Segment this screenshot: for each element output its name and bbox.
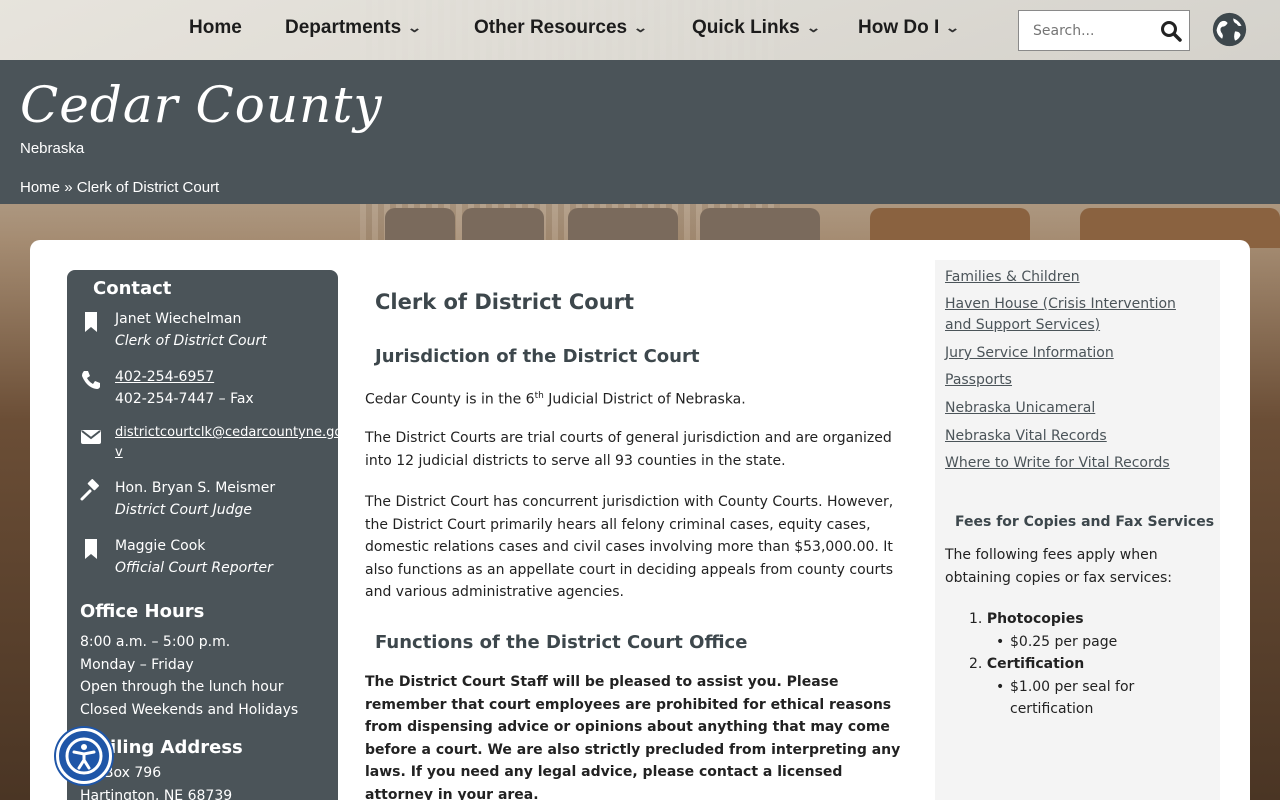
fee-item: 2. Certification xyxy=(969,656,1085,672)
jurisdiction-heading: Jurisdiction of the District Court xyxy=(375,346,700,367)
resources-sidebar: Families & Children Haven House (Crisis … xyxy=(935,260,1220,800)
site-subtitle: Nebraska xyxy=(20,140,85,157)
breadcrumb-current: Clerk of District Court xyxy=(76,179,220,196)
gavel-icon xyxy=(80,479,99,501)
office-hours-heading: Office Hours xyxy=(80,601,205,622)
contact-sidebar: Contact Janet Wiechelman Clerk of Distric… xyxy=(67,270,342,800)
paragraph-staff-notice: The District Court Staff will be pleased… xyxy=(365,674,901,800)
nav-item-departments[interactable]: Departments ⌄ xyxy=(285,17,423,39)
chevron-down-icon: ⌄ xyxy=(632,20,649,35)
link-haven-house[interactable]: Haven House (Crisis Intervention and Sup… xyxy=(945,294,1205,336)
site-logo[interactable]: Cedar County xyxy=(20,76,383,134)
phone-link[interactable]: 402-254-6957 xyxy=(115,369,214,385)
accessibility-icon xyxy=(65,737,103,775)
office-hours: 8:00 a.m. – 5:00 p.m. Monday – Friday Op… xyxy=(80,634,299,718)
chevron-down-icon: ⌄ xyxy=(406,20,423,35)
breadcrumb-home-link[interactable]: Home xyxy=(20,179,60,196)
link-families-children[interactable]: Families & Children xyxy=(945,267,1205,288)
contact-entry: 402-254-6957 402-254-7447 – Fax xyxy=(79,366,254,410)
globe-icon[interactable] xyxy=(1211,11,1248,48)
page-title: Clerk of District Court xyxy=(375,290,635,314)
nav-item-quick-links[interactable]: Quick Links ⌄ xyxy=(692,17,821,39)
contact-entry: districtcourtclk@cedarcountyne.go v xyxy=(79,423,342,463)
breadcrumb-separator: » xyxy=(64,179,73,196)
paragraph-courts: The District Courts are trial courts of … xyxy=(365,430,892,469)
search-icon[interactable] xyxy=(1159,19,1183,43)
chevron-down-icon: ⌄ xyxy=(945,20,961,35)
breadcrumb: Home » Clerk of District Court xyxy=(20,179,219,196)
phone-icon xyxy=(82,371,100,389)
link-where-to-write[interactable]: Where to Write for Vital Records xyxy=(945,453,1205,474)
contact-entry: Janet Wiechelman Clerk of District Court xyxy=(79,308,267,352)
paragraph-jurisdiction: The District Court has concurrent jurisd… xyxy=(365,494,894,600)
fee-detail: • $1.00 per seal for certification xyxy=(996,679,1135,717)
link-nebraska-vital-records[interactable]: Nebraska Vital Records xyxy=(945,426,1205,447)
contact-entry: Maggie Cook Official Court Reporter xyxy=(79,535,273,579)
link-nebraska-unicameral[interactable]: Nebraska Unicameral xyxy=(945,398,1205,419)
bookmark-icon xyxy=(85,312,97,332)
paragraph-district: Cedar County is in the 6th Judicial Dist… xyxy=(365,391,746,408)
nav-item-how-do-i[interactable]: How Do I ⌄ xyxy=(858,17,961,39)
fee-item: 1. Photocopies xyxy=(969,611,1084,627)
accessibility-button[interactable] xyxy=(56,728,112,784)
contact-heading: Contact xyxy=(93,278,172,299)
nav-item-other-resources[interactable]: Other Resources ⌄ xyxy=(474,17,649,39)
fees-intro: The following fees apply when obtaining … xyxy=(945,547,1172,586)
nav-item-home[interactable]: Home xyxy=(189,17,242,39)
envelope-icon xyxy=(81,430,101,444)
search-input[interactable] xyxy=(1033,22,1161,39)
link-jury-service[interactable]: Jury Service Information xyxy=(945,343,1205,364)
chevron-down-icon: ⌄ xyxy=(805,20,821,35)
search-box xyxy=(1018,10,1190,51)
functions-heading: Functions of the District Court Office xyxy=(375,632,748,653)
email-link[interactable]: districtcourtclk@cedarcountyne.go v xyxy=(115,425,342,460)
fee-detail: • $0.25 per page xyxy=(996,634,1118,650)
bookmark-icon xyxy=(85,539,97,559)
fees-heading: Fees for Copies and Fax Services xyxy=(955,514,1215,530)
contact-entry: Hon. Bryan S. Meismer District Court Judg… xyxy=(79,477,275,521)
link-passports[interactable]: Passports xyxy=(945,370,1205,391)
site-header: Cedar County Nebraska Home » Clerk of Di… xyxy=(0,60,1280,204)
top-navigation: Home Departments ⌄ Other Resources ⌄ Quick… xyxy=(0,0,1280,60)
